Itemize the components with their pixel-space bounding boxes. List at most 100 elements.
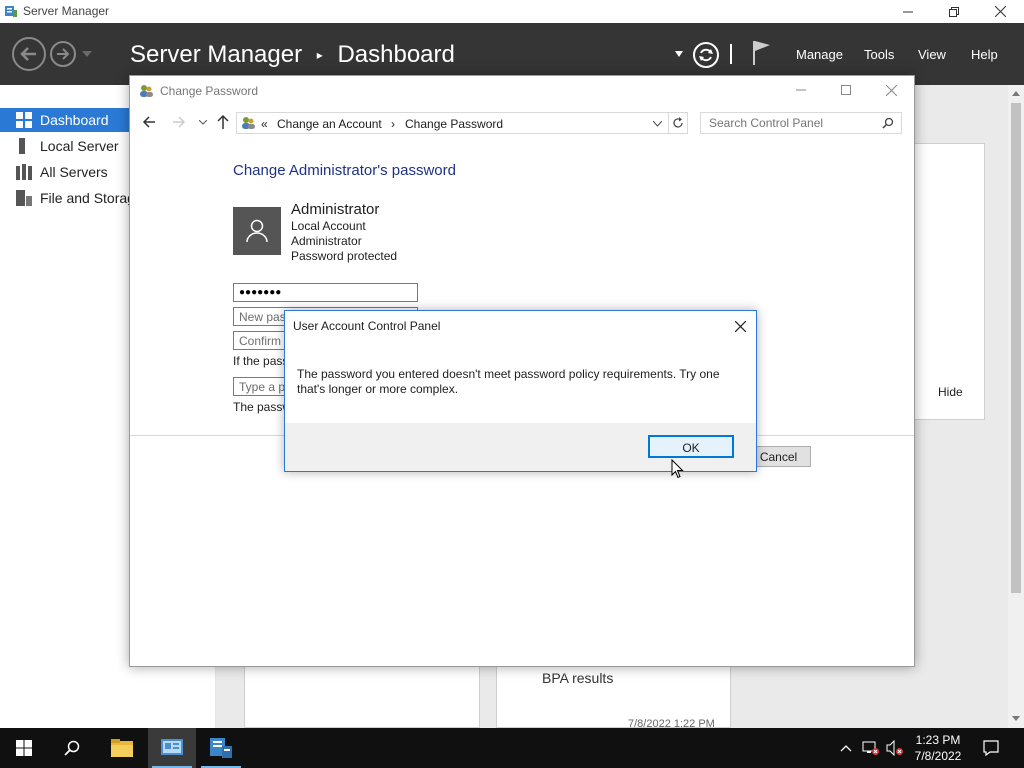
action-center-button[interactable] bbox=[981, 738, 1001, 758]
breadcrumb-root: Server Manager bbox=[130, 40, 303, 68]
notifications-flag-icon[interactable] bbox=[752, 39, 772, 67]
clock-time: 1:23 PM bbox=[915, 733, 961, 747]
taskbar-server-manager[interactable] bbox=[197, 728, 245, 768]
sidebar-item-label: File and Storag bbox=[40, 190, 135, 206]
control-panel-icon bbox=[161, 739, 183, 755]
notifications-icon bbox=[983, 740, 999, 756]
address-crumb-change-account[interactable]: Change an Account bbox=[277, 117, 382, 131]
address-overflow[interactable]: « bbox=[261, 117, 268, 131]
recent-locations-icon[interactable] bbox=[199, 120, 207, 126]
server-icon bbox=[19, 138, 25, 154]
up-arrow-icon[interactable] bbox=[216, 114, 230, 130]
minimize-icon bbox=[796, 89, 806, 91]
search-input[interactable] bbox=[700, 112, 902, 134]
search-icon bbox=[64, 740, 80, 756]
close-icon bbox=[994, 6, 1006, 17]
maximize-icon bbox=[841, 85, 851, 95]
tray-network[interactable] bbox=[861, 738, 881, 758]
search-icon[interactable] bbox=[882, 117, 894, 129]
menu-help[interactable]: Help bbox=[971, 47, 998, 62]
server-manager-icon bbox=[210, 738, 232, 758]
dashboard-scrollbar[interactable] bbox=[1008, 85, 1024, 728]
breadcrumb-separator: ▸ bbox=[316, 47, 323, 62]
ok-button[interactable]: OK bbox=[648, 435, 734, 458]
maximize-button[interactable] bbox=[823, 76, 869, 104]
scroll-up-icon[interactable] bbox=[1012, 91, 1020, 96]
storage-icon bbox=[16, 190, 32, 206]
sidebar-item-label: Dashboard bbox=[40, 112, 109, 128]
start-button[interactable] bbox=[0, 728, 48, 768]
server-manager-app-icon bbox=[5, 6, 17, 17]
back-button[interactable] bbox=[12, 37, 46, 71]
restore-icon bbox=[949, 6, 959, 17]
dashboard-icon bbox=[16, 112, 32, 128]
back-arrow-icon[interactable] bbox=[142, 115, 156, 129]
sidebar-item-label: All Servers bbox=[40, 164, 108, 180]
hint-footer-text: The passw bbox=[233, 400, 292, 414]
menu-manage[interactable]: Manage bbox=[796, 47, 843, 62]
close-button[interactable] bbox=[868, 76, 914, 104]
forward-button[interactable] bbox=[50, 41, 76, 67]
window-title: Server Manager bbox=[23, 4, 110, 18]
windows-logo-icon bbox=[16, 740, 32, 756]
address-dropdown-icon[interactable] bbox=[653, 121, 662, 127]
scrollbar-thumb[interactable] bbox=[1011, 103, 1021, 593]
users-icon bbox=[140, 85, 153, 97]
folder-icon bbox=[111, 739, 133, 757]
history-dropdown-icon[interactable] bbox=[82, 51, 92, 57]
bpa-results-label[interactable]: BPA results bbox=[542, 670, 613, 686]
tray-overflow-button[interactable] bbox=[836, 738, 856, 758]
close-icon bbox=[885, 84, 897, 96]
breadcrumb-page: Dashboard bbox=[337, 40, 455, 68]
clock-date: 7/8/2022 bbox=[914, 749, 962, 763]
address-divider bbox=[668, 113, 669, 133]
menu-view[interactable]: View bbox=[918, 47, 946, 62]
address-separator: › bbox=[391, 117, 395, 131]
user-name: Administrator bbox=[291, 201, 380, 218]
avatar bbox=[233, 207, 281, 255]
close-icon bbox=[734, 320, 746, 332]
taskbar-control-panel[interactable] bbox=[148, 728, 196, 768]
address-bar[interactable]: « Change an Account › Change Password bbox=[236, 112, 688, 134]
back-arrow-icon bbox=[20, 47, 36, 61]
network-error-icon bbox=[862, 741, 879, 755]
window-title: Change Password bbox=[160, 84, 259, 98]
current-password-field[interactable]: ●●●●●●● bbox=[233, 283, 418, 302]
restore-button[interactable] bbox=[931, 0, 977, 23]
refresh-icon[interactable] bbox=[672, 117, 684, 129]
dialog-title: User Account Control Panel bbox=[293, 319, 441, 333]
dialog-close-button[interactable] bbox=[725, 315, 755, 337]
page-breadcrumb: Server Manager ▸ Dashboard bbox=[130, 40, 455, 69]
close-button[interactable] bbox=[977, 0, 1023, 23]
address-crumb-change-password[interactable]: Change Password bbox=[405, 117, 503, 131]
dashboard-tile-bpa: BPA results 7/8/2022 1:22 PM bbox=[496, 666, 731, 730]
taskbar-file-explorer[interactable] bbox=[98, 728, 146, 768]
forward-arrow-icon bbox=[57, 48, 70, 60]
refresh-icon[interactable] bbox=[692, 41, 720, 69]
minimize-icon bbox=[903, 11, 913, 12]
dashboard-panel: Hide bbox=[914, 143, 985, 420]
servers-icon bbox=[16, 164, 32, 180]
hint-instruction-text: If the pass bbox=[233, 354, 289, 368]
dashboard-tile bbox=[244, 666, 480, 728]
forward-arrow-icon[interactable] bbox=[172, 115, 186, 129]
header-separator bbox=[730, 44, 732, 64]
page-title: Change Administrator's password bbox=[233, 162, 456, 179]
mouse-cursor-icon bbox=[671, 459, 684, 479]
search-button[interactable] bbox=[48, 728, 96, 768]
user-group: Administrator bbox=[291, 234, 362, 248]
sidebar-item-label: Local Server bbox=[40, 138, 119, 154]
taskbar-clock[interactable]: 1:23 PM 7/8/2022 bbox=[900, 732, 976, 764]
control-panel-icon bbox=[242, 117, 255, 129]
hide-link[interactable]: Hide bbox=[938, 385, 963, 399]
change-password-titlebar: Change Password bbox=[130, 76, 914, 106]
dialog-message: The password you entered doesn't meet pa… bbox=[297, 367, 720, 396]
user-avatar-icon bbox=[246, 219, 268, 243]
menu-tools[interactable]: Tools bbox=[864, 47, 894, 62]
user-password-status: Password protected bbox=[291, 249, 398, 263]
scroll-down-icon[interactable] bbox=[1012, 716, 1020, 721]
minimize-button[interactable] bbox=[778, 76, 824, 104]
minimize-button[interactable] bbox=[885, 0, 931, 23]
refresh-dropdown-icon[interactable] bbox=[675, 51, 683, 57]
taskbar: 1:23 PM 7/8/2022 bbox=[0, 728, 1024, 768]
